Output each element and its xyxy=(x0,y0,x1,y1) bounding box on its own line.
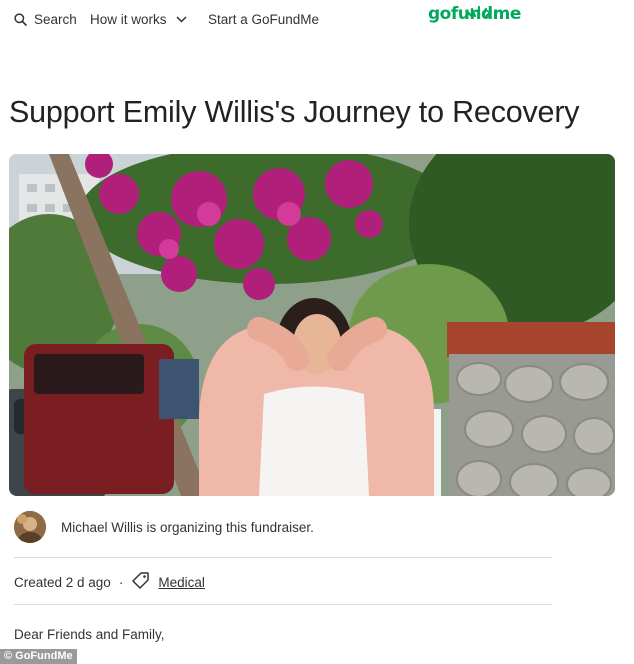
tag-icon xyxy=(131,571,150,593)
category-link[interactable]: Medical xyxy=(158,575,205,590)
search-label: Search xyxy=(34,12,77,27)
organizer-row: Michael Willis is organizing this fundra… xyxy=(14,511,314,543)
divider xyxy=(14,557,552,558)
divider xyxy=(14,604,552,605)
top-nav: Search How it works Start a GoFundMe gof… xyxy=(0,0,634,42)
how-it-works-label: How it works xyxy=(90,12,167,27)
campaign-meta: Created 2 d ago · Medical xyxy=(14,571,205,593)
gofundme-logo[interactable]: gofundme xyxy=(428,6,521,23)
start-gofundme-link[interactable]: Start a GoFundMe xyxy=(208,12,319,27)
page-title: Support Emily Willis's Journey to Recove… xyxy=(9,95,580,129)
logo-sprout-icon xyxy=(466,4,492,22)
start-gofundme-label: Start a GoFundMe xyxy=(208,12,320,27)
chevron-down-icon xyxy=(175,16,187,23)
campaign-hero-image xyxy=(9,154,615,496)
organizer-avatar[interactable] xyxy=(14,511,46,543)
separator-dot: · xyxy=(118,574,124,590)
search-button[interactable]: Search xyxy=(14,12,77,27)
image-credit: © GoFundMe xyxy=(0,649,77,664)
search-icon xyxy=(14,13,27,26)
organizer-text: Michael Willis is organizing this fundra… xyxy=(61,519,314,535)
created-text: Created 2 d ago xyxy=(14,574,111,590)
story-text: Dear Friends and Family, xyxy=(14,627,165,642)
how-it-works-menu[interactable]: How it works xyxy=(90,12,187,27)
